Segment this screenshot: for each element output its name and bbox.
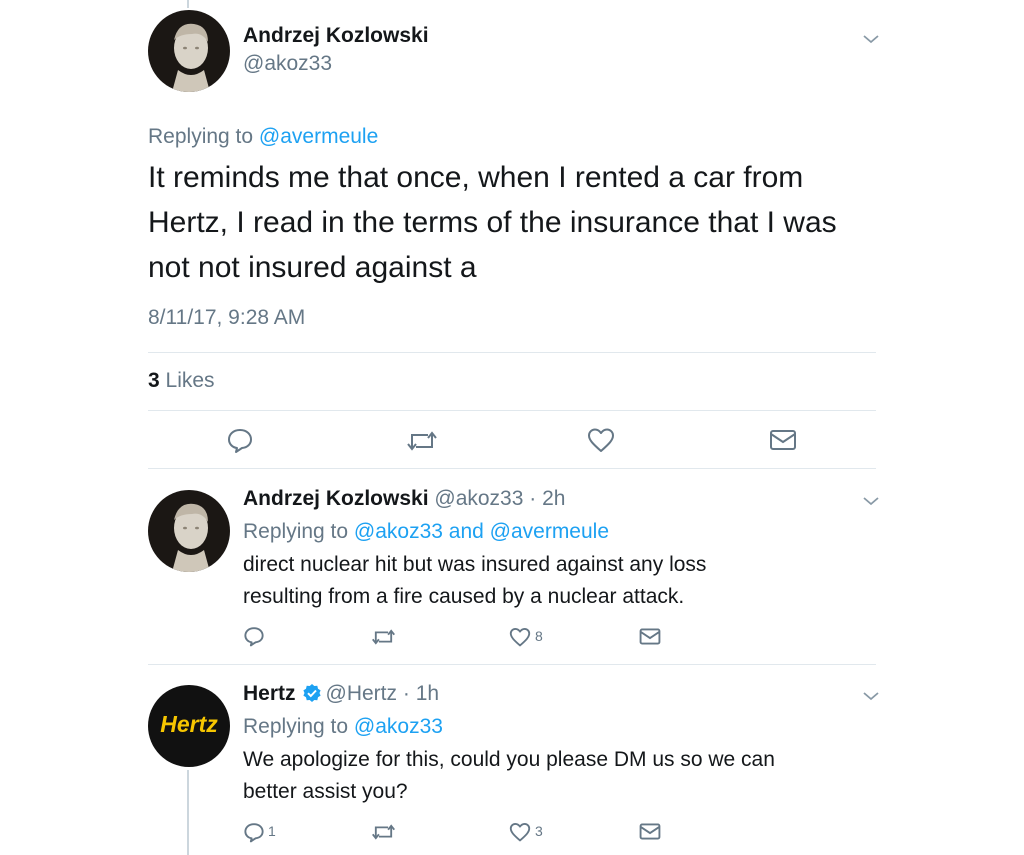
- like-button[interactable]: [587, 427, 615, 453]
- likes-count: 3: [148, 369, 160, 392]
- heart-icon: [509, 628, 531, 647]
- retweet-icon: [372, 629, 395, 645]
- retweet-button[interactable]: [406, 428, 438, 454]
- heart-icon: [509, 823, 531, 842]
- author-name[interactable]: Hertz: [243, 682, 296, 705]
- reply-icon: [228, 429, 252, 453]
- divider: [148, 410, 876, 411]
- separator-dot: ·: [397, 682, 416, 705]
- divider: [148, 664, 876, 665]
- reply-icon: [244, 627, 264, 647]
- reply-time[interactable]: 2h: [542, 487, 565, 510]
- tweet-text-line: not not insured against a: [148, 251, 477, 284]
- reply-header: Andrzej Kozlowski @akoz33 · 2h: [243, 487, 565, 511]
- divider: [148, 352, 876, 353]
- tweet-text-line: Hertz, I read in the terms of the insura…: [148, 206, 837, 239]
- author-name[interactable]: Andrzej Kozlowski: [243, 24, 429, 48]
- retweet-button[interactable]: [371, 627, 396, 647]
- replying-to: Replying to @akoz33: [243, 715, 443, 739]
- reply-icon: [244, 823, 264, 843]
- chevron-down-icon[interactable]: [861, 32, 881, 46]
- separator-dot: ·: [523, 487, 543, 510]
- avatar[interactable]: [148, 490, 230, 572]
- hertz-logo-text: Hertz: [160, 711, 218, 737]
- replying-prefix: Replying to: [148, 125, 259, 148]
- reply-button[interactable]: [243, 821, 265, 843]
- author-handle[interactable]: @Hertz: [326, 682, 398, 705]
- likes-stat[interactable]: 3 Likes: [148, 369, 215, 393]
- chevron-down-icon[interactable]: [861, 494, 881, 508]
- tweet-text-line: It reminds me that once, when I rented a…: [148, 161, 804, 194]
- replying-to-link[interactable]: @avermeule: [259, 125, 378, 148]
- replying-to: Replying to @akoz33 and @avermeule: [243, 520, 609, 544]
- tweet-thread: Andrzej Kozlowski @akoz33 Replying to @a…: [0, 0, 1024, 855]
- reply-text: direct nuclear hit but was insured again…: [243, 549, 863, 613]
- reply-time[interactable]: 1h: [416, 682, 439, 705]
- tweet-text: It reminds me that once, when I rented a…: [148, 155, 868, 290]
- retweet-icon: [372, 824, 395, 840]
- dm-button[interactable]: [639, 822, 661, 841]
- replying-to-link[interactable]: @akoz33 and @avermeule: [354, 520, 609, 543]
- chevron-down-icon[interactable]: [861, 689, 881, 703]
- likes-label: Likes: [159, 369, 215, 392]
- envelope-icon: [639, 628, 661, 645]
- retweet-button[interactable]: [371, 822, 396, 842]
- reply-button[interactable]: [226, 426, 254, 454]
- like-button[interactable]: [509, 627, 531, 647]
- like-button[interactable]: [509, 822, 531, 842]
- heart-icon: [588, 428, 614, 452]
- reply-text-line: resulting from a fire caused by a nuclea…: [243, 585, 685, 608]
- like-count: 8: [535, 628, 543, 644]
- author-handle[interactable]: @akoz33: [243, 52, 332, 76]
- replying-to-link[interactable]: @akoz33: [354, 715, 443, 738]
- author-handle[interactable]: @akoz33: [434, 487, 523, 510]
- reply-text-line: direct nuclear hit but was insured again…: [243, 553, 707, 576]
- reply-text: We apologize for this, could you please …: [243, 744, 863, 808]
- envelope-icon: [639, 823, 661, 840]
- replying-to: Replying to @avermeule: [148, 125, 378, 149]
- author-name[interactable]: Andrzej Kozlowski: [243, 487, 429, 510]
- avatar[interactable]: [148, 10, 230, 92]
- thread-line: [187, 770, 189, 855]
- retweet-icon: [407, 431, 437, 451]
- dm-button[interactable]: [769, 428, 797, 452]
- thread-line: [187, 0, 189, 8]
- reply-count: 1: [268, 823, 276, 839]
- like-count: 3: [535, 823, 543, 839]
- reply-header: Hertz @Hertz · 1h: [243, 682, 439, 706]
- dm-button[interactable]: [639, 627, 661, 646]
- replying-prefix: Replying to: [243, 520, 354, 543]
- verified-badge-icon: [302, 684, 321, 702]
- reply-button[interactable]: [243, 625, 265, 647]
- tweet-timestamp[interactable]: 8/11/17, 9:28 AM: [148, 306, 305, 330]
- envelope-icon: [770, 430, 796, 450]
- reply-text-line: We apologize for this, could you please …: [243, 748, 775, 771]
- divider: [148, 468, 876, 469]
- avatar-hertz[interactable]: Hertz: [148, 685, 230, 767]
- reply-text-line: better assist you?: [243, 780, 408, 803]
- replying-prefix: Replying to: [243, 715, 354, 738]
